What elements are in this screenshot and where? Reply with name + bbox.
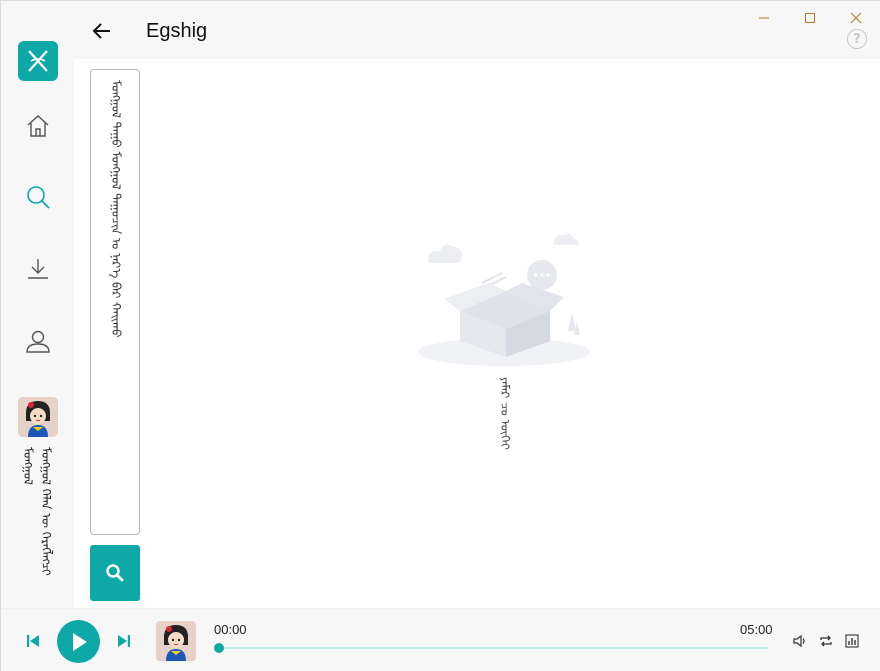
sidebar-item-download[interactable] [19, 250, 57, 288]
maximize-button[interactable] [797, 7, 823, 29]
search-icon [27, 186, 50, 209]
close-button[interactable] [843, 7, 869, 29]
equalizer-icon [845, 634, 859, 648]
search-placeholder: ᠮᠣᠩᠭᠣᠯ ᠳᠠᠭᠤ ᠮᠣᠩᠭᠣᠯ ᠳᠠᠭᠤᠴᠢᠨ ᠤ ᠨᠡᠷ᠎ᠡ ᠪᠡᠷ ᠬ… [109, 80, 123, 338]
home-icon [27, 115, 49, 137]
minimize-button[interactable] [751, 7, 777, 29]
empty-state-text: ᠶᠠᠮᠠᠷ ᠴᠤ ᠦᠭᠡᠢ [498, 377, 512, 450]
repeat-icon [820, 635, 832, 647]
download-icon [28, 259, 48, 279]
user-name-line1: ᠮᠣᠩᠭᠣᠯ [21, 447, 35, 485]
user-icon [26, 330, 50, 353]
search-button[interactable] [90, 545, 140, 601]
user-name-line2: ᠮᠣᠩᠭᠣᠯ ᠬᠡᠯᠡᠨ ᠦ ᠬᠡᠷᠡᠭᠯᠡᠭᠴᠢ [39, 447, 53, 576]
sidebar-item-profile[interactable] [19, 322, 57, 360]
previous-icon [27, 635, 39, 647]
sidebar-item-home[interactable] [19, 107, 57, 145]
repeat-button[interactable] [818, 633, 834, 649]
search-input[interactable]: ᠮᠣᠩᠭᠣᠯ ᠳᠠᠭᠤ ᠮᠣᠩᠭᠣᠯ ᠳᠠᠭᠤᠴᠢᠨ ᠤ ᠨᠡᠷ᠎ᠡ ᠪᠡᠷ ᠬ… [90, 69, 140, 535]
progress-slider[interactable] [214, 643, 768, 653]
sidebar: ᠮᠣᠩᠭᠣᠯ ᠮᠣᠩᠭᠣᠯ ᠬᠡᠯᠡᠨ ᠦ ᠬᠡᠷᠡᠭᠯᠡᠭᠴᠢ [1, 1, 74, 608]
close-icon [850, 12, 862, 24]
next-icon [118, 635, 130, 647]
play-icon [72, 632, 87, 651]
progress-knob[interactable] [214, 643, 224, 653]
avatar[interactable] [18, 397, 58, 437]
maximize-icon [805, 13, 815, 23]
next-button[interactable] [114, 631, 134, 651]
help-icon[interactable]: ? [847, 29, 867, 49]
arrow-left-icon [92, 23, 110, 39]
app-title: Egshig [146, 20, 208, 42]
sidebar-item-search[interactable] [19, 178, 57, 216]
play-button[interactable] [57, 620, 100, 663]
volume-icon [793, 634, 805, 648]
search-icon [106, 564, 124, 582]
volume-button[interactable] [792, 633, 808, 649]
title-bar: Egshig ? [74, 1, 880, 59]
previous-button[interactable] [23, 631, 43, 651]
minimize-icon [759, 17, 769, 19]
now-playing-cover[interactable] [156, 621, 196, 661]
egshig-logo-icon[interactable] [18, 41, 58, 81]
equalizer-button[interactable] [844, 633, 860, 649]
main-content: ᠮᠣᠩᠭᠣᠯ ᠳᠠᠭᠤ ᠮᠣᠩᠭᠣᠯ ᠳᠠᠭᠤᠴᠢᠨ ᠤ ᠨᠡᠷ᠎ᠡ ᠪᠡᠷ ᠬ… [74, 59, 880, 608]
player-bar: 00:00 05:00 [1, 608, 880, 671]
empty-box-illustration [414, 227, 594, 367]
total-time: 05:00 [740, 622, 773, 637]
app-window: ᠮᠣᠩᠭᠣᠯ ᠮᠣᠩᠭᠣᠯ ᠬᠡᠯᠡᠨ ᠦ ᠬᠡᠷᠡᠭᠯᠡᠭᠴᠢ Egshig [0, 0, 880, 671]
back-button[interactable] [90, 19, 114, 43]
current-time: 00:00 [214, 622, 247, 637]
